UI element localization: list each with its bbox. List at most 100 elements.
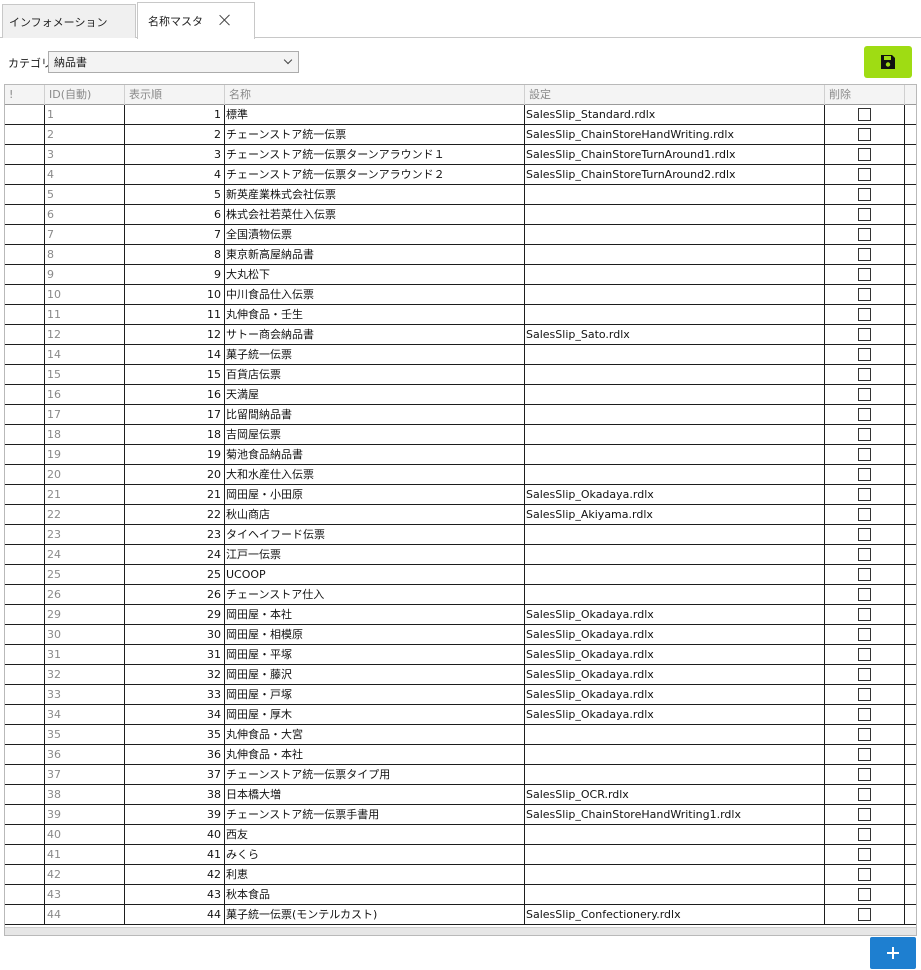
id-cell[interactable]: 30 [45, 625, 125, 644]
order-cell[interactable]: 29 [125, 605, 225, 624]
name-cell[interactable]: 岡田屋・戸塚 [225, 685, 525, 704]
order-cell[interactable]: 37 [125, 765, 225, 784]
id-cell[interactable]: 20 [45, 465, 125, 484]
setting-cell[interactable] [525, 185, 825, 204]
delete-checkbox[interactable] [858, 468, 871, 481]
setting-cell[interactable]: SalesSlip_ChainStoreTurnAround2.rdlx [525, 165, 825, 184]
order-cell[interactable]: 40 [125, 825, 225, 844]
table-row[interactable]: 18 18 吉岡屋伝票 [5, 425, 916, 445]
order-cell[interactable]: 10 [125, 285, 225, 304]
id-cell[interactable]: 14 [45, 345, 125, 364]
id-cell[interactable]: 25 [45, 565, 125, 584]
table-row[interactable]: 41 41 みくら [5, 845, 916, 865]
id-cell[interactable]: 29 [45, 605, 125, 624]
order-cell[interactable]: 32 [125, 665, 225, 684]
column-header-setting[interactable]: 設定 [525, 85, 825, 105]
table-row[interactable]: 29 29 岡田屋・本社 SalesSlip_Okadaya.rdlx [5, 605, 916, 625]
name-cell[interactable]: 秋山商店 [225, 505, 525, 524]
delete-checkbox[interactable] [858, 868, 871, 881]
setting-cell[interactable] [525, 545, 825, 564]
table-row[interactable]: 14 14 菓子統一伝票 [5, 345, 916, 365]
setting-cell[interactable]: SalesSlip_Okadaya.rdlx [525, 645, 825, 664]
name-cell[interactable]: 丸伸食品・大宮 [225, 725, 525, 744]
setting-cell[interactable]: SalesSlip_Okadaya.rdlx [525, 485, 825, 504]
name-cell[interactable]: チェーンストア統一伝票手書用 [225, 805, 525, 824]
delete-checkbox[interactable] [858, 608, 871, 621]
name-cell[interactable]: チェーンストア統一伝票ターンアラウンド１ [225, 145, 525, 164]
table-row[interactable]: 38 38 日本橋大増 SalesSlip_OCR.rdlx [5, 785, 916, 805]
delete-checkbox[interactable] [858, 248, 871, 261]
id-cell[interactable]: 4 [45, 165, 125, 184]
order-cell[interactable]: 8 [125, 245, 225, 264]
column-header-flag[interactable]: ! [5, 85, 45, 105]
add-button[interactable] [870, 937, 916, 969]
table-row[interactable]: 11 11 丸伸食品・壬生 [5, 305, 916, 325]
delete-checkbox[interactable] [858, 908, 871, 921]
delete-checkbox[interactable] [858, 528, 871, 541]
id-cell[interactable]: 32 [45, 665, 125, 684]
id-cell[interactable]: 11 [45, 305, 125, 324]
table-row[interactable]: 10 10 中川食品仕入伝票 [5, 285, 916, 305]
name-cell[interactable]: UCOOP [225, 565, 525, 584]
setting-cell[interactable]: SalesSlip_Okadaya.rdlx [525, 705, 825, 724]
name-cell[interactable]: 丸伸食品・壬生 [225, 305, 525, 324]
tab-name-master[interactable]: 名称マスタ [137, 2, 255, 39]
id-cell[interactable]: 38 [45, 785, 125, 804]
order-cell[interactable]: 41 [125, 845, 225, 864]
delete-checkbox[interactable] [858, 208, 871, 221]
order-cell[interactable]: 11 [125, 305, 225, 324]
delete-checkbox[interactable] [858, 448, 871, 461]
id-cell[interactable]: 12 [45, 325, 125, 344]
name-cell[interactable]: 岡田屋・相模原 [225, 625, 525, 644]
name-cell[interactable]: 株式会社若菜仕入伝票 [225, 205, 525, 224]
order-cell[interactable]: 16 [125, 385, 225, 404]
table-row[interactable]: 3 3 チェーンストア統一伝票ターンアラウンド１ SalesSlip_ChainSto… [5, 145, 916, 165]
order-cell[interactable]: 12 [125, 325, 225, 344]
name-cell[interactable]: 西友 [225, 825, 525, 844]
delete-checkbox[interactable] [858, 328, 871, 341]
name-cell[interactable]: 利恵 [225, 865, 525, 884]
delete-checkbox[interactable] [858, 788, 871, 801]
id-cell[interactable]: 2 [45, 125, 125, 144]
name-cell[interactable]: 百貨店伝票 [225, 365, 525, 384]
order-cell[interactable]: 19 [125, 445, 225, 464]
order-cell[interactable]: 17 [125, 405, 225, 424]
delete-checkbox[interactable] [858, 268, 871, 281]
delete-checkbox[interactable] [858, 108, 871, 121]
id-cell[interactable]: 43 [45, 885, 125, 904]
order-cell[interactable]: 2 [125, 125, 225, 144]
table-row[interactable]: 23 23 タイヘイフード伝票 [5, 525, 916, 545]
order-cell[interactable]: 34 [125, 705, 225, 724]
setting-cell[interactable]: SalesSlip_Standard.rdlx [525, 105, 825, 124]
table-row[interactable]: 17 17 比留間納品書 [5, 405, 916, 425]
name-cell[interactable]: 天満屋 [225, 385, 525, 404]
table-row[interactable]: 20 20 大和水産仕入伝票 [5, 465, 916, 485]
delete-checkbox[interactable] [858, 308, 871, 321]
id-cell[interactable]: 22 [45, 505, 125, 524]
id-cell[interactable]: 5 [45, 185, 125, 204]
table-row[interactable]: 33 33 岡田屋・戸塚 SalesSlip_Okadaya.rdlx [5, 685, 916, 705]
setting-cell[interactable] [525, 465, 825, 484]
setting-cell[interactable] [525, 585, 825, 604]
name-cell[interactable]: 新英産業株式会社伝票 [225, 185, 525, 204]
order-cell[interactable]: 30 [125, 625, 225, 644]
setting-cell[interactable] [525, 305, 825, 324]
table-row[interactable]: 6 6 株式会社若菜仕入伝票 [5, 205, 916, 225]
order-cell[interactable]: 5 [125, 185, 225, 204]
delete-checkbox[interactable] [858, 368, 871, 381]
order-cell[interactable]: 36 [125, 745, 225, 764]
name-cell[interactable]: 大丸松下 [225, 265, 525, 284]
setting-cell[interactable] [525, 425, 825, 444]
table-row[interactable]: 9 9 大丸松下 [5, 265, 916, 285]
delete-checkbox[interactable] [858, 548, 871, 561]
order-cell[interactable]: 18 [125, 425, 225, 444]
table-row[interactable]: 30 30 岡田屋・相模原 SalesSlip_Okadaya.rdlx [5, 625, 916, 645]
name-cell[interactable]: サトー商会納品書 [225, 325, 525, 344]
delete-checkbox[interactable] [858, 348, 871, 361]
table-row[interactable]: 24 24 江戸一伝票 [5, 545, 916, 565]
name-cell[interactable]: みくら [225, 845, 525, 864]
table-row[interactable]: 25 25 UCOOP [5, 565, 916, 585]
table-row[interactable]: 39 39 チェーンストア統一伝票手書用 SalesSlip_ChainStoreHa… [5, 805, 916, 825]
delete-checkbox[interactable] [858, 488, 871, 501]
id-cell[interactable]: 33 [45, 685, 125, 704]
